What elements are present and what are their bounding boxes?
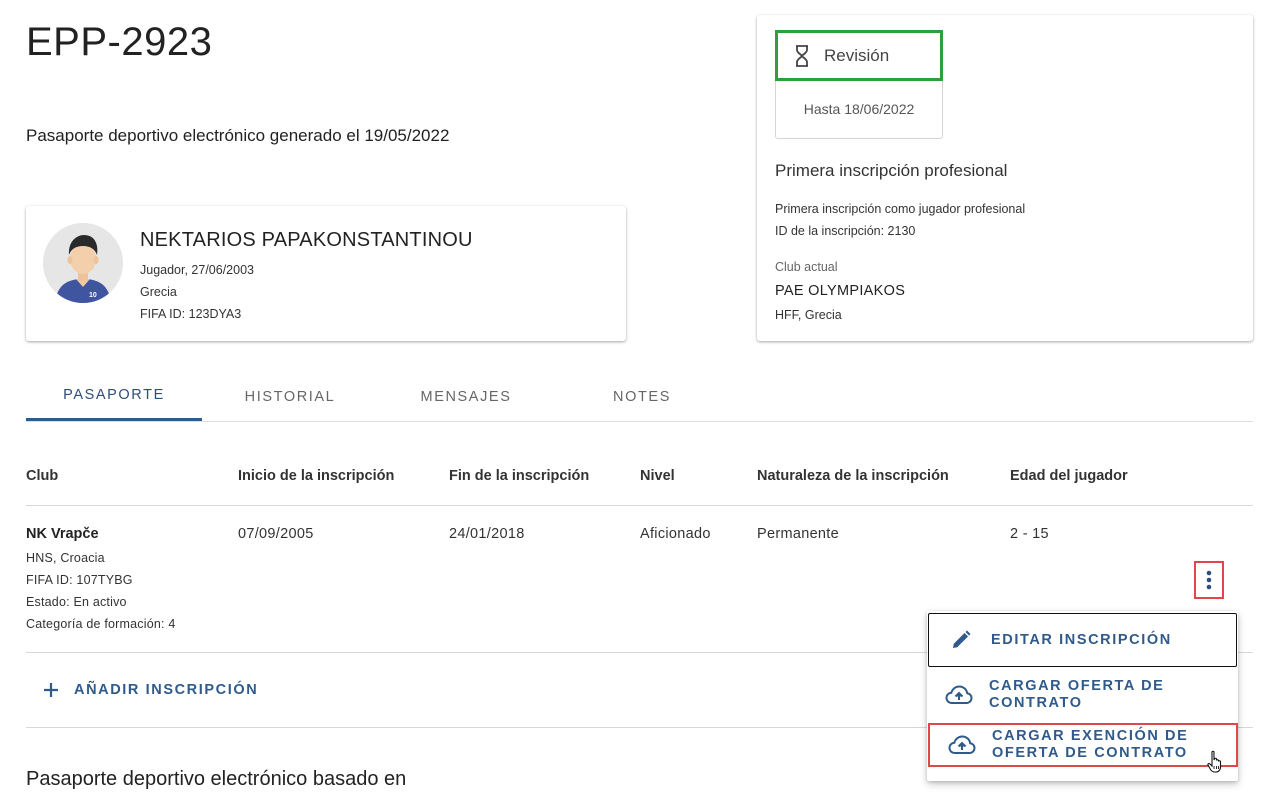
cloud-upload-icon <box>943 685 975 705</box>
plus-icon <box>44 683 58 697</box>
jersey-number: 10 <box>89 292 97 299</box>
registration-id: ID de la inscripción: 2130 <box>775 224 916 238</box>
status-card: Revisión Hasta 18/06/2022 Primera inscri… <box>757 15 1253 341</box>
menu-item-label: CARGAR OFERTA DE CONTRATO <box>989 678 1165 711</box>
column-header-nature: Naturaleza de la inscripción <box>757 468 949 484</box>
current-club-name: PAE OLYMPIAKOS <box>775 283 906 299</box>
row-actions-menu: EDITAR INSCRIPCIÓN CARGAR OFERTA DE CONT… <box>927 611 1238 781</box>
menu-item-label: EDITAR INSCRIPCIÓN <box>991 631 1172 648</box>
tab-historial[interactable]: HISTORIAL <box>202 372 378 421</box>
menu-item-upload-contract-offer[interactable]: CARGAR OFERTA DE CONTRATO <box>927 669 1238 721</box>
pencil-icon <box>945 629 977 651</box>
row-club-name: NK Vrapče <box>26 526 99 542</box>
cloud-upload-icon <box>946 735 978 755</box>
player-country: Grecia <box>140 285 177 299</box>
current-club-federation: HFF, Grecia <box>775 308 842 322</box>
row-actions-button[interactable] <box>1194 561 1224 599</box>
hand-pointer-icon <box>1207 750 1225 779</box>
current-club-label: Club actual <box>775 260 838 274</box>
table-header-divider <box>26 505 1253 506</box>
menu-item-label: CARGAR EXENCIÓN DE OFERTA DE CONTRATO <box>992 728 1189 761</box>
column-header-club: Club <box>26 468 59 484</box>
tab-pasaporte[interactable]: PASAPORTE <box>26 372 202 421</box>
page-title: EPP-2923 <box>26 20 213 64</box>
column-header-age: Edad del jugador <box>1010 468 1128 484</box>
tab-notes[interactable]: NOTES <box>554 372 730 421</box>
status-deadline: Hasta 18/06/2022 <box>803 101 915 117</box>
menu-item-edit-registration[interactable]: EDITAR INSCRIPCIÓN <box>928 613 1237 667</box>
column-header-start: Inicio de la inscripción <box>238 468 395 484</box>
row-club-training-category: Categoría de formación: 4 <box>26 617 176 631</box>
row-club-federation: HNS, Croacia <box>26 551 105 565</box>
section-title: Pasaporte deportivo electrónico basado e… <box>26 768 407 790</box>
row-level: Aficionado <box>640 526 711 542</box>
menu-item-upload-contract-exemption[interactable]: CARGAR EXENCIÓN DE OFERTA DE CONTRATO <box>928 723 1238 767</box>
more-vertical-icon <box>1206 570 1212 590</box>
status-label: Revisión <box>824 45 890 65</box>
player-name: NEKTARIOS PAPAKONSTANTINOU <box>140 229 473 251</box>
row-club-fifa-id: FIFA ID: 107TYBG <box>26 573 133 587</box>
row-age: 2 - 15 <box>1010 526 1049 542</box>
avatar: 10 <box>43 223 123 303</box>
row-end-date: 24/01/2018 <box>449 526 525 542</box>
player-role-birth: Jugador, 27/06/2003 <box>140 263 254 277</box>
registration-description: Primera inscripción como jugador profesi… <box>775 202 1026 216</box>
registration-title: Primera inscripción profesional <box>775 161 1008 180</box>
add-registration-label: AÑADIR INSCRIPCIÓN <box>74 682 259 698</box>
status-box: Revisión Hasta 18/06/2022 <box>775 30 943 139</box>
column-header-level: Nivel <box>640 468 675 484</box>
tab-bar: PASAPORTE HISTORIAL MENSAJES NOTES <box>26 372 1253 422</box>
hourglass-icon <box>794 44 810 67</box>
tab-mensajes[interactable]: MENSAJES <box>378 372 554 421</box>
row-nature: Permanente <box>757 526 839 542</box>
player-avatar-icon: 10 <box>43 223 123 303</box>
status-badge: Revisión <box>775 30 943 81</box>
row-club-status: Estado: En activo <box>26 595 127 609</box>
page-subtitle: Pasaporte deportivo electrónico generado… <box>26 126 450 145</box>
player-card: 10 NEKTARIOS PAPAKONSTANTINOU Jugador, 2… <box>26 206 626 341</box>
player-fifa-id: FIFA ID: 123DYA3 <box>140 307 242 321</box>
add-registration-button[interactable]: AÑADIR INSCRIPCIÓN <box>42 676 258 704</box>
row-start-date: 07/09/2005 <box>238 526 314 542</box>
column-header-end: Fin de la inscripción <box>449 468 590 484</box>
